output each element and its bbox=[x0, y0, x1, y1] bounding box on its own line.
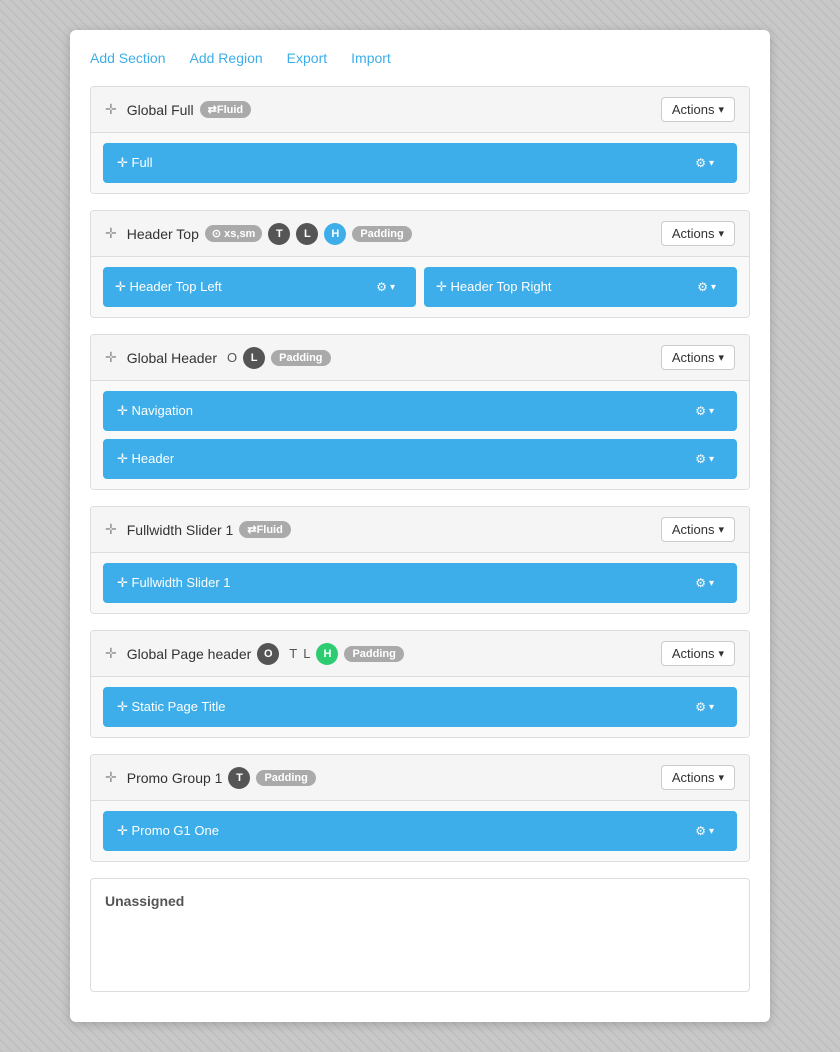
section-title: Global Page header bbox=[127, 646, 252, 662]
badge-t-text: T bbox=[289, 646, 297, 661]
actions-button[interactable]: Actions bbox=[661, 765, 735, 790]
badge-t: T bbox=[228, 767, 250, 789]
badge-o-text: O bbox=[227, 350, 237, 365]
actions-button[interactable]: Actions bbox=[661, 221, 735, 246]
unassigned-body bbox=[105, 917, 735, 977]
section-title: Global Header bbox=[127, 350, 217, 366]
actions-button[interactable]: Actions bbox=[661, 641, 735, 666]
section-body: ✛ Full ⚙ bbox=[91, 133, 749, 193]
badge-l: L bbox=[296, 223, 318, 245]
section-fullwidth-slider: ✛ Fullwidth Slider 1 Fluid Actions ✛ Ful… bbox=[90, 506, 750, 614]
region-btn-header[interactable]: ✛ Header ⚙ bbox=[103, 439, 737, 479]
import-link[interactable]: Import bbox=[351, 50, 391, 66]
region-row-split: ✛ Header Top Left ⚙ ✛ Header Top Right ⚙ bbox=[103, 267, 737, 307]
actions-button[interactable]: Actions bbox=[661, 517, 735, 542]
section-header-global-page-header: ✛ Global Page header O T L H Padding Act… bbox=[91, 631, 749, 677]
region-btn-navigation[interactable]: ✛ Navigation ⚙ bbox=[103, 391, 737, 431]
section-title: Global Full bbox=[127, 102, 194, 118]
gear-dropdown[interactable]: ⚙ bbox=[686, 571, 723, 595]
export-link[interactable]: Export bbox=[287, 50, 327, 66]
section-header-header-top: ✛ Header Top ⊙ xs,sm T L H Padding Actio… bbox=[91, 211, 749, 257]
region-header-top-left: ✛ Header Top Left ⚙ bbox=[103, 267, 416, 307]
section-header-left: ✛ Fullwidth Slider 1 Fluid bbox=[105, 521, 291, 538]
region-row-header: ✛ Header ⚙ bbox=[103, 439, 737, 479]
badge-o: O bbox=[257, 643, 279, 665]
badge-padding: Padding bbox=[344, 646, 403, 662]
section-header-left: ✛ Global Full Fluid bbox=[105, 101, 251, 118]
top-nav: Add Section Add Region Export Import bbox=[90, 50, 750, 66]
section-body: ✛ Navigation ⚙ ✛ Header ⚙ bbox=[91, 381, 749, 489]
section-body: ✛ Promo G1 One ⚙ bbox=[91, 801, 749, 861]
badge-padding: Padding bbox=[352, 226, 411, 242]
section-global-header: ✛ Global Header O L Padding Actions ✛ Na… bbox=[90, 334, 750, 490]
badge-padding: Padding bbox=[271, 350, 330, 366]
section-header-promo-group-1: ✛ Promo Group 1 T Padding Actions bbox=[91, 755, 749, 801]
section-body: ✛ Fullwidth Slider 1 ⚙ bbox=[91, 553, 749, 613]
unassigned-title: Unassigned bbox=[105, 893, 735, 909]
region-btn-promo-g1-one[interactable]: ✛ Promo G1 One ⚙ bbox=[103, 811, 737, 851]
region-label: ✛ Header bbox=[117, 451, 174, 467]
badge-h: H bbox=[324, 223, 346, 245]
section-header-fullwidth-slider: ✛ Fullwidth Slider 1 Fluid Actions bbox=[91, 507, 749, 553]
section-title: Header Top bbox=[127, 226, 199, 242]
unassigned-block: Unassigned bbox=[90, 878, 750, 992]
region-btn-fullwidth[interactable]: ✛ Fullwidth Slider 1 ⚙ bbox=[103, 563, 737, 603]
actions-button[interactable]: Actions bbox=[661, 97, 735, 122]
region-row-static-page-title: ✛ Static Page Title ⚙ bbox=[103, 687, 737, 727]
region-label: ✛ Navigation bbox=[117, 403, 193, 419]
region-label: ✛ Full bbox=[117, 155, 152, 171]
drag-handle-icon: ✛ bbox=[105, 645, 117, 662]
region-label: ✛ Fullwidth Slider 1 bbox=[117, 575, 231, 591]
add-region-link[interactable]: Add Region bbox=[190, 50, 263, 66]
region-label: ✛ Promo G1 One bbox=[117, 823, 219, 839]
drag-handle-icon: ✛ bbox=[105, 769, 117, 786]
region-row-promo-g1-one: ✛ Promo G1 One ⚙ bbox=[103, 811, 737, 851]
section-header-left: ✛ Promo Group 1 T Padding bbox=[105, 767, 316, 789]
region-row-full: ✛ Full ⚙ bbox=[103, 143, 737, 183]
section-body: ✛ Header Top Left ⚙ ✛ Header Top Right ⚙ bbox=[91, 257, 749, 317]
gear-dropdown[interactable]: ⚙ bbox=[686, 447, 723, 471]
section-body: ✛ Static Page Title ⚙ bbox=[91, 677, 749, 737]
actions-button[interactable]: Actions bbox=[661, 345, 735, 370]
badge-l: L bbox=[243, 347, 265, 369]
region-btn-full[interactable]: ✛ Full ⚙ bbox=[103, 143, 737, 183]
section-title: Promo Group 1 bbox=[127, 770, 223, 786]
section-header-left: ✛ Header Top ⊙ xs,sm T L H Padding bbox=[105, 223, 412, 245]
badge-h: H bbox=[316, 643, 338, 665]
badge-fluid: Fluid bbox=[200, 101, 252, 118]
drag-handle-icon: ✛ bbox=[105, 521, 117, 538]
gear-dropdown[interactable]: ⚙ bbox=[686, 819, 723, 843]
add-section-link[interactable]: Add Section bbox=[90, 50, 166, 66]
badge-padding: Padding bbox=[256, 770, 315, 786]
drag-handle-icon: ✛ bbox=[105, 225, 117, 242]
section-header-left: ✛ Global Page header O T L H Padding bbox=[105, 643, 404, 665]
gear-dropdown[interactable]: ⚙ bbox=[686, 695, 723, 719]
gear-dropdown[interactable]: ⚙ bbox=[686, 399, 723, 423]
region-row-fullwidth: ✛ Fullwidth Slider 1 ⚙ bbox=[103, 563, 737, 603]
region-row-navigation: ✛ Navigation ⚙ bbox=[103, 391, 737, 431]
section-title: Fullwidth Slider 1 bbox=[127, 522, 234, 538]
badge-l-text: L bbox=[303, 646, 310, 661]
gear-dropdown-left[interactable]: ⚙ bbox=[367, 275, 404, 299]
badge-fluid: Fluid bbox=[239, 521, 291, 538]
section-header-left: ✛ Global Header O L Padding bbox=[105, 347, 331, 369]
section-header-global-header: ✛ Global Header O L Padding Actions bbox=[91, 335, 749, 381]
badge-xs-sm: ⊙ xs,sm bbox=[205, 225, 262, 242]
gear-dropdown-right[interactable]: ⚙ bbox=[688, 275, 725, 299]
section-header-global-full: ✛ Global Full Fluid Actions bbox=[91, 87, 749, 133]
drag-handle-icon: ✛ bbox=[105, 349, 117, 366]
region-header-top-right: ✛ Header Top Right ⚙ bbox=[424, 267, 737, 307]
section-header-top: ✛ Header Top ⊙ xs,sm T L H Padding Actio… bbox=[90, 210, 750, 318]
region-label: ✛ Header Top Right bbox=[436, 279, 551, 295]
main-container: Add Section Add Region Export Import ✛ G… bbox=[70, 30, 770, 1022]
section-global-page-header: ✛ Global Page header O T L H Padding Act… bbox=[90, 630, 750, 738]
section-promo-group-1: ✛ Promo Group 1 T Padding Actions ✛ Prom… bbox=[90, 754, 750, 862]
section-global-full: ✛ Global Full Fluid Actions ✛ Full ⚙ bbox=[90, 86, 750, 194]
badge-t: T bbox=[268, 223, 290, 245]
region-label: ✛ Header Top Left bbox=[115, 279, 222, 295]
gear-dropdown[interactable]: ⚙ bbox=[686, 151, 723, 175]
drag-handle-icon: ✛ bbox=[105, 101, 117, 118]
region-label: ✛ Static Page Title bbox=[117, 699, 225, 715]
region-btn-static-page-title[interactable]: ✛ Static Page Title ⚙ bbox=[103, 687, 737, 727]
